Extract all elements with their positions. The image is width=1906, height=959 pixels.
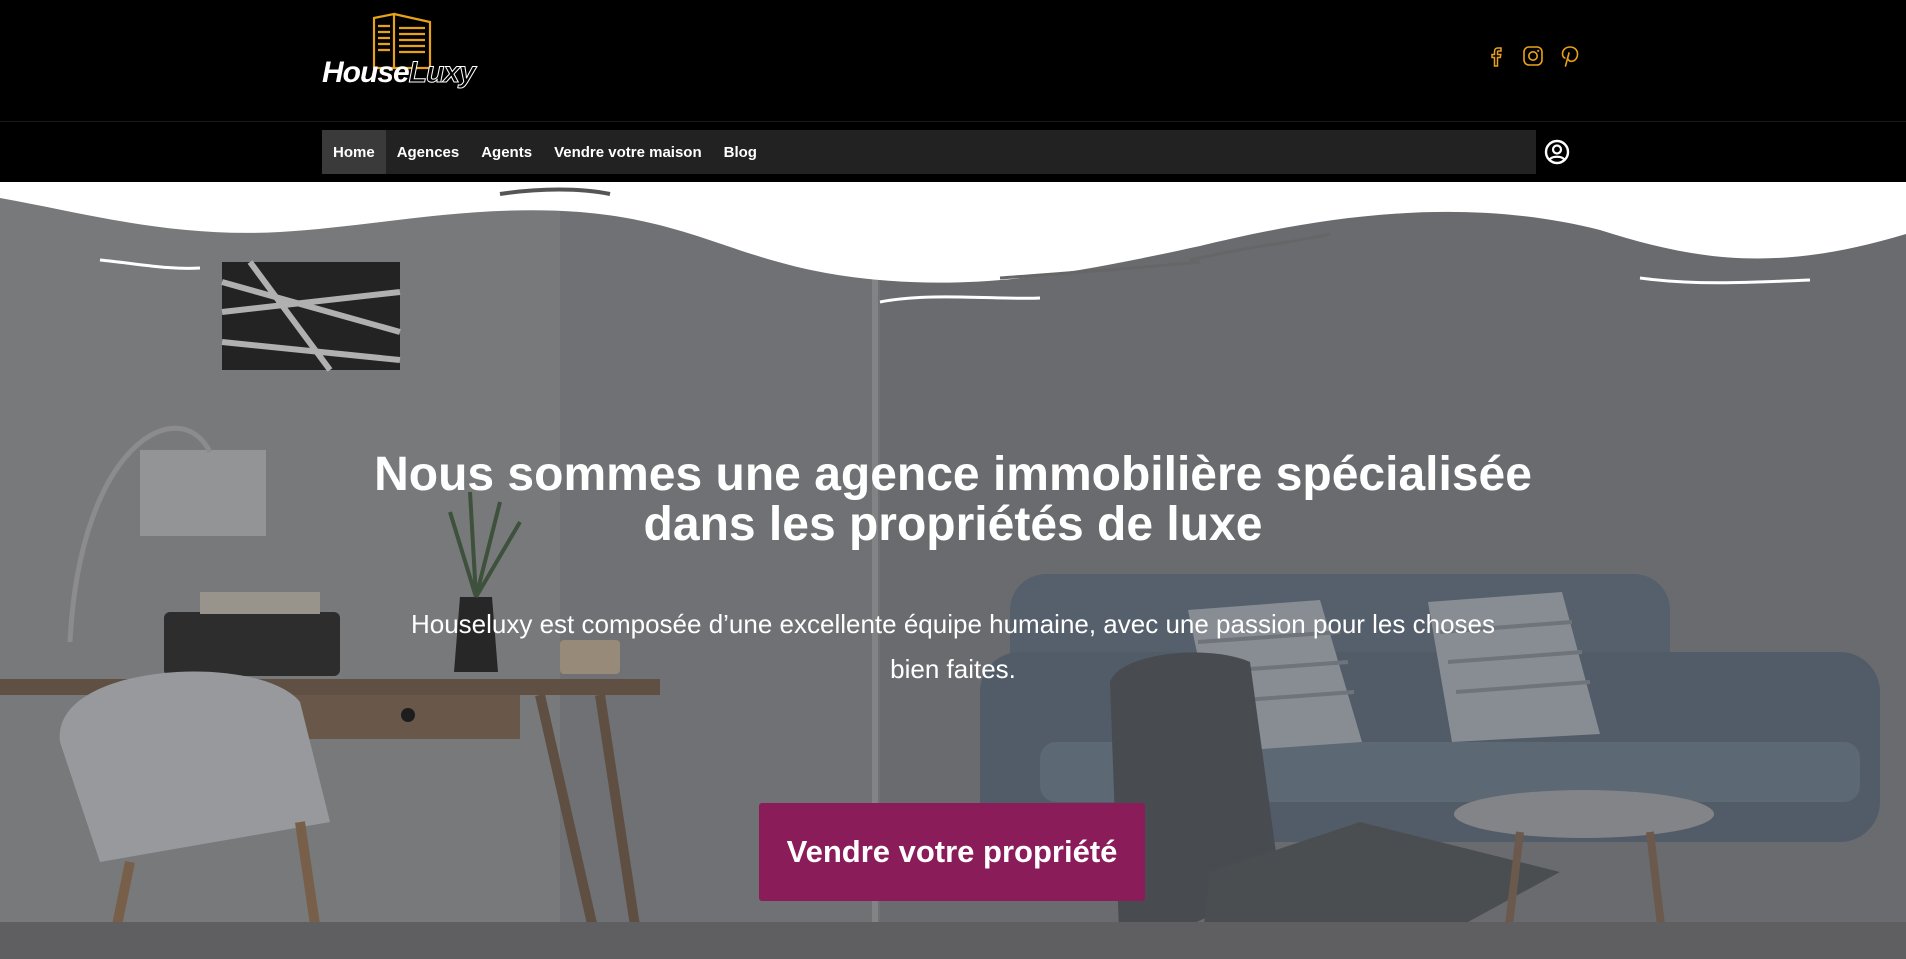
hero-section: Nous sommes une agence immobilière spéci… [0, 182, 1906, 959]
nav-menu: Home Agences Agents Vendre votre maison … [322, 130, 1536, 174]
pinterest-icon[interactable] [1558, 44, 1582, 68]
instagram-icon[interactable] [1521, 44, 1545, 68]
site-logo[interactable]: HouseLuxy [322, 12, 482, 92]
nav-item-agences[interactable]: Agences [386, 130, 471, 174]
main-navigation: Home Agences Agents Vendre votre maison … [0, 122, 1906, 182]
brush-wave-divider [0, 182, 1906, 304]
facebook-icon[interactable] [1484, 44, 1508, 68]
user-account-icon[interactable] [1544, 139, 1570, 165]
site-header: HouseLuxy [0, 0, 1906, 122]
nav-item-blog[interactable]: Blog [713, 130, 768, 174]
social-links [1484, 44, 1582, 68]
nav-item-vendre-votre-maison[interactable]: Vendre votre maison [543, 130, 713, 174]
logo-wordmark: HouseLuxy [322, 56, 476, 90]
sell-property-button[interactable]: Vendre votre propriété [759, 803, 1145, 901]
hero-title: Nous sommes une agence immobilière spéci… [374, 448, 1532, 551]
nav-item-agents[interactable]: Agents [470, 130, 543, 174]
nav-item-home[interactable]: Home [322, 130, 386, 174]
hero-subtitle: Houseluxy est composée d’une excellente … [410, 609, 1495, 684]
